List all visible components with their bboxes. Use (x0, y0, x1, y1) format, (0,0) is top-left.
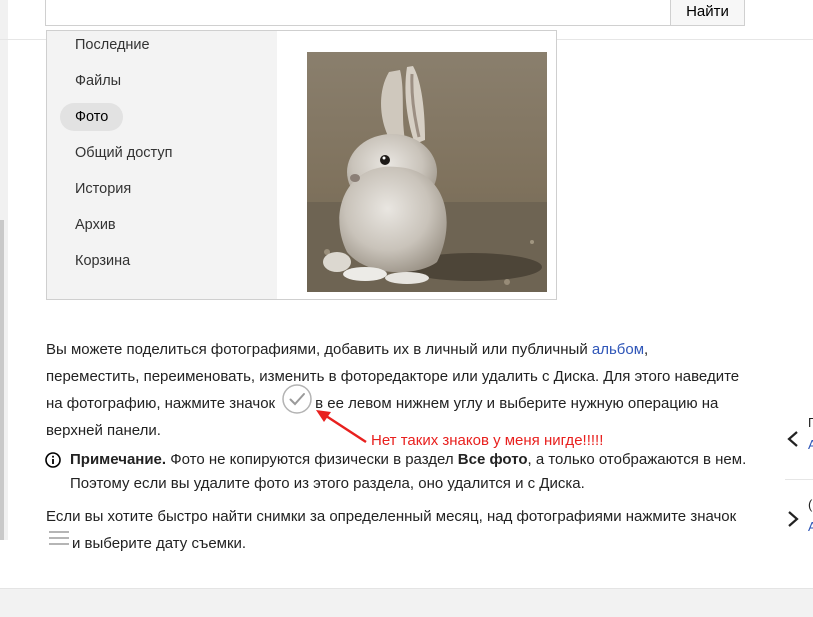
prev-article-link-fragment[interactable]: А (808, 437, 813, 452)
article-paragraph-2: Если вы хотите быстро найти снимки за оп… (46, 503, 756, 557)
footer (0, 588, 813, 617)
album-link[interactable]: альбом (592, 341, 644, 358)
sidebar-item-archive[interactable]: Архив (60, 211, 131, 239)
search-input[interactable] (45, 0, 671, 26)
chevron-left-icon[interactable] (786, 430, 800, 448)
next-article-link-fragment[interactable]: А (808, 519, 813, 534)
note-text-b: , а только отображаются в нем. (527, 451, 747, 468)
note-text-c: Поэтому если вы удалите фото из этого ра… (70, 475, 585, 492)
article-paragraph-1: Вы можете поделиться фотографиями, добав… (46, 336, 756, 444)
screenshot-frame: Последние Файлы Фото Общий доступ Истори… (46, 30, 557, 300)
rabbit-photo[interactable] (307, 52, 547, 292)
sidebar-item-trash[interactable]: Корзина (60, 247, 145, 275)
sidebar-item-photo[interactable]: Фото (60, 103, 124, 131)
note-bold: Все фото (457, 451, 528, 468)
annotation-text: Нет таких знаков у меня нигде!!!!! (371, 432, 604, 449)
left-scroll-thumb[interactable] (0, 220, 4, 540)
sidebar-item-recent[interactable]: Последние (60, 31, 165, 59)
p1-text-f: верхней панели. (46, 422, 161, 439)
info-icon (45, 452, 61, 468)
p1-text-a: Вы можете поделиться фотографиями, добав… (46, 341, 592, 358)
disk-sidebar: Последние Файлы Фото Общий доступ Истори… (47, 31, 277, 299)
hamburger-icon (49, 531, 69, 545)
p2-text-a: Если вы хотите быстро найти снимки за оп… (46, 508, 737, 525)
note-label: Примечание. (70, 451, 167, 468)
p1-text-c: переместить, переименовать, изменить в ф… (46, 368, 740, 385)
note-block: Примечание. Фото не копируются физически… (70, 448, 760, 496)
search-button[interactable]: Найти (670, 0, 745, 26)
p2-text-b: и выберите дату съемки. (72, 535, 247, 552)
right-divider (785, 479, 813, 480)
checkmark-icon (282, 384, 312, 414)
prev-article-fragment[interactable]: П (808, 415, 813, 430)
p1-text-d: на фотографию, нажмите значок (46, 395, 276, 412)
sidebar-item-files[interactable]: Файлы (60, 67, 136, 95)
next-article-fragment[interactable]: ( (808, 497, 812, 512)
sidebar-item-history[interactable]: История (60, 175, 146, 203)
chevron-right-icon[interactable] (786, 510, 800, 528)
p1-text-b: , (644, 341, 649, 358)
note-text-a: Фото не копируются физически в раздел (166, 451, 458, 468)
sidebar-item-shared[interactable]: Общий доступ (60, 139, 187, 167)
